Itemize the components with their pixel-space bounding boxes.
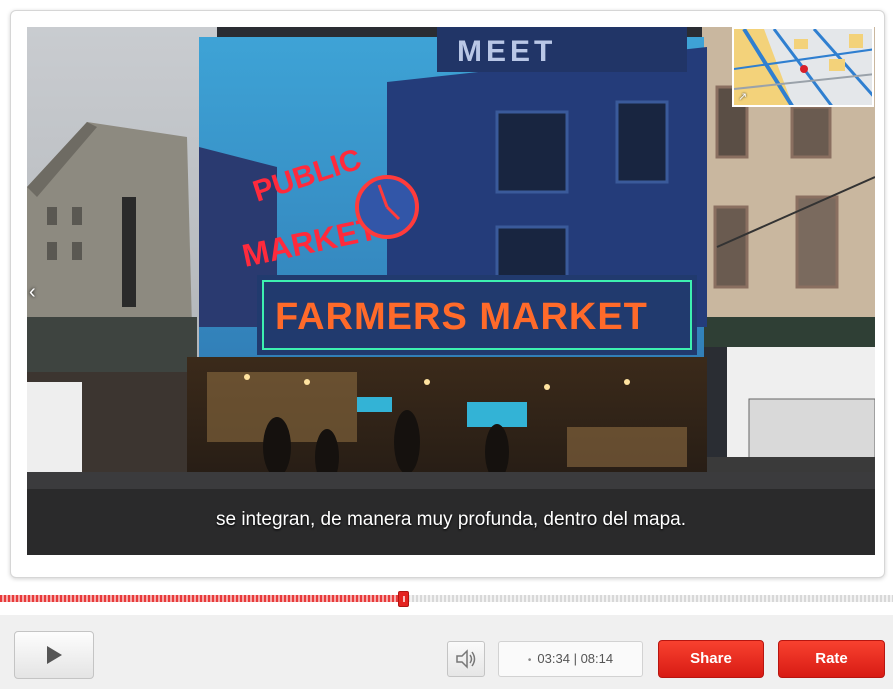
meet-sign-text: MEET — [457, 35, 556, 68]
time-current: 03:34 — [537, 651, 570, 666]
play-icon — [46, 646, 62, 664]
expand-icon[interactable]: ↗ — [738, 90, 747, 103]
minimap-graphic — [734, 29, 872, 105]
progress-handle[interactable] — [397, 591, 409, 607]
rate-button[interactable]: Rate — [778, 640, 885, 678]
progress-played — [0, 595, 403, 602]
play-button[interactable] — [14, 631, 94, 679]
time-display: • 03:34 | 08:14 — [498, 641, 643, 677]
chevron-left-icon[interactable]: ‹ — [29, 281, 36, 304]
video-viewport[interactable]: MEET PUBLIC MARKET FARMERS MARKET ↗ ‹ se… — [27, 27, 875, 555]
time-total: 08:14 — [580, 651, 614, 666]
subtitle-caption: se integran, de manera muy profunda, den… — [27, 489, 875, 555]
share-button[interactable]: Share — [658, 640, 764, 678]
time-marker-icon: • — [527, 655, 532, 666]
farmers-market-sign-text: FARMERS MARKET — [275, 296, 648, 338]
time-separator: | — [573, 651, 577, 666]
progress-bar[interactable] — [0, 591, 893, 607]
speaker-icon — [456, 649, 476, 669]
volume-button[interactable] — [447, 641, 485, 677]
controls-bar: • 03:34 | 08:14 Share Rate — [0, 615, 893, 689]
minimap[interactable]: ↗ — [732, 27, 874, 107]
